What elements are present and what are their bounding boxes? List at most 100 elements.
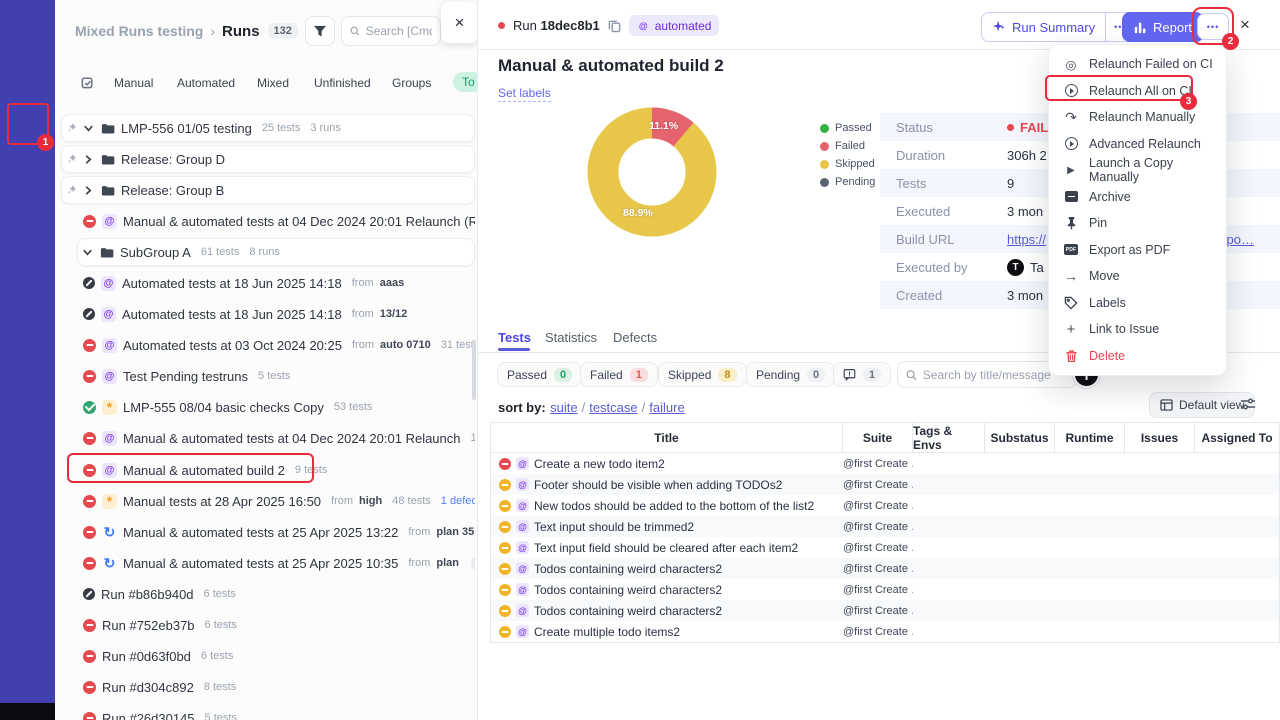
automated-type-icon: @ <box>636 19 650 32</box>
app-window: ⚙ ? T Mixed Runs testing › Runs 132 × <box>0 0 1280 720</box>
select-all-icon[interactable] <box>80 75 95 93</box>
chip-pending[interactable]: Pending 0 <box>746 362 836 387</box>
filter-tab-mixed[interactable]: Mixed <box>257 76 289 90</box>
run-list-item[interactable]: Run #752eb37b 6 tests <box>61 611 475 639</box>
chip-failed[interactable]: Failed 1 <box>580 362 658 387</box>
table-row[interactable]: @ Text input should be trimmed2 @first Cr… <box>491 516 1279 537</box>
menu-item-move[interactable]: → Move <box>1049 263 1226 290</box>
filter-button[interactable] <box>305 16 335 46</box>
run-list-item[interactable]: @ Test Pending testruns 5 tests <box>61 362 475 390</box>
pin-icon <box>68 185 77 194</box>
close-runs-panel-button[interactable]: × <box>441 2 477 43</box>
menu-item-delete[interactable]: Delete <box>1049 343 1226 370</box>
menu-item-launch-copy-manually[interactable]: ▶ Launch a Copy Manually <box>1049 156 1226 184</box>
skipped-status-icon <box>499 499 511 512</box>
breadcrumb-section[interactable]: Runs <box>222 23 260 40</box>
run-list-item[interactable]: @ Manual & automated tests at 04 Dec 202… <box>61 424 475 452</box>
folder-row[interactable]: Release: Group D <box>61 145 475 173</box>
menu-item-archive[interactable]: Archive <box>1049 184 1226 211</box>
tab-defects[interactable]: Defects <box>613 330 657 345</box>
menu-item-link-to-issue[interactable]: + Link to Issue <box>1049 316 1226 343</box>
chip-comments[interactable]: 1 <box>833 362 892 387</box>
build-url-link[interactable]: https:// <box>1007 232 1046 247</box>
folder-row[interactable]: SubGroup A 61 tests 8 runs <box>77 238 475 266</box>
close-run-detail-button[interactable]: × <box>1240 15 1250 35</box>
tab-statistics[interactable]: Statistics <box>545 330 597 345</box>
menu-item-relaunch-failed-ci[interactable]: ◎ Relaunch Failed on CI <box>1049 51 1226 78</box>
table-row[interactable]: @ Create multiple todo items2 @first Crea… <box>491 621 1279 642</box>
table-row[interactable]: @Create a new todo item2 @first Create … <box>491 453 1279 474</box>
table-row[interactable]: @ New todos should be added to the bottom… <box>491 495 1279 516</box>
column-issues[interactable]: Issues <box>1125 423 1195 452</box>
run-list-item[interactable]: @ Manual & automated tests at 04 Dec 202… <box>61 207 475 235</box>
pdf-icon: PDF <box>1063 244 1079 256</box>
set-labels-link[interactable]: Set labels <box>498 86 551 102</box>
run-list-item[interactable]: ↻ Manual & automated tests at 25 Apr 202… <box>61 518 475 546</box>
table-row[interactable]: @ Todos containing weird characters2 @fir… <box>491 558 1279 579</box>
filter-tab-groups[interactable]: Groups <box>392 76 431 90</box>
cancelled-status-icon <box>83 588 95 600</box>
run-list-item[interactable]: Run #26d30145 5 tests <box>61 704 475 720</box>
table-row[interactable]: @ Text input field should be cleared afte… <box>491 537 1279 558</box>
folder-row[interactable]: Release: Group B <box>61 176 475 204</box>
run-list-item[interactable]: ↻ Manual & automated tests at 25 Apr 202… <box>61 549 475 577</box>
from-value: auto 0710 <box>379 339 431 351</box>
scrollbar[interactable] <box>472 340 476 400</box>
run-list-item[interactable]: * LMP-555 08/04 basic checks Copy 53 tes… <box>61 393 475 421</box>
menu-item-advanced-relaunch[interactable]: Advanced Relaunch <box>1049 131 1226 158</box>
menu-item-pin[interactable]: Pin <box>1049 210 1226 237</box>
chip-passed[interactable]: Passed 0 <box>497 362 583 387</box>
column-suite[interactable]: Suite <box>843 423 913 452</box>
column-substatus[interactable]: Substatus <box>985 423 1055 452</box>
tests-search-input[interactable] <box>922 367 1068 382</box>
run-list-item[interactable]: @ Automated tests at 18 Jun 2025 14:18 f… <box>61 300 475 328</box>
search-input[interactable] <box>365 24 432 38</box>
run-title: Run #b86b940d <box>101 586 194 602</box>
column-tags-envs[interactable]: Tags & Envs <box>913 423 985 452</box>
chip-skipped[interactable]: Skipped 8 <box>658 362 747 387</box>
failed-status-icon <box>83 525 96 539</box>
failed-status-icon <box>83 649 96 663</box>
run-tests-count: 8 tests <box>203 681 237 693</box>
run-list-item[interactable]: @ Automated tests at 03 Oct 2024 20:25 f… <box>61 331 475 359</box>
folder-row[interactable]: LMP-556 01/05 testing 25 tests 3 runs <box>61 114 475 142</box>
breadcrumb-project[interactable]: Mixed Runs testing <box>75 23 203 39</box>
menu-item-relaunch-manually[interactable]: ↷ Relaunch Manually <box>1049 104 1226 131</box>
sort-by-failure[interactable]: failure <box>649 400 684 415</box>
sort-by-testcase[interactable]: testcase <box>589 400 637 415</box>
table-row[interactable]: @ Todos containing weird characters2 @fir… <box>491 600 1279 621</box>
chevron-right-icon[interactable] <box>83 154 94 165</box>
table-row[interactable]: @ Todos containing weird characters2 @fir… <box>491 579 1279 600</box>
filter-tab-manual[interactable]: Manual <box>114 76 153 90</box>
chevron-down-icon[interactable] <box>82 247 93 258</box>
run-list-item[interactable]: @ Automated tests at 18 Jun 2025 14:18 f… <box>61 269 475 297</box>
table-row[interactable]: @ Footer should be visible when adding TO… <box>491 474 1279 495</box>
run-list-item[interactable]: Run #0d63f0bd 6 tests <box>61 642 475 670</box>
run-defects-count[interactable]: 1 defects <box>441 495 475 507</box>
menu-item-export-pdf[interactable]: PDF Export as PDF <box>1049 237 1226 264</box>
run-title: Manual tests at 28 Apr 2025 16:50 <box>123 493 322 509</box>
run-summary-button[interactable]: Run Summary ••• <box>981 12 1136 42</box>
sort-by-suite[interactable]: suite <box>550 400 577 415</box>
pin-icon <box>68 154 77 163</box>
run-list-item[interactable]: Run #d304c892 8 tests <box>61 673 475 701</box>
filter-tab-unfinished[interactable]: Unfinished <box>314 76 371 90</box>
runs-search[interactable] <box>341 16 441 46</box>
view-settings-sliders-icon[interactable] <box>1240 396 1256 417</box>
column-title[interactable]: Title <box>491 423 843 452</box>
chevron-down-icon[interactable] <box>83 123 94 134</box>
build-url-link-end[interactable]: po… <box>1227 232 1254 247</box>
menu-item-labels[interactable]: Labels <box>1049 290 1226 317</box>
skipped-status-icon <box>499 478 511 491</box>
failed-dot-icon <box>498 22 505 29</box>
tab-tests[interactable]: Tests <box>498 330 531 345</box>
column-runtime[interactable]: Runtime <box>1055 423 1125 452</box>
from-label: from <box>408 557 431 569</box>
run-list-item[interactable]: Run #b86b940d 6 tests <box>61 580 475 608</box>
column-assigned-to[interactable]: Assigned To <box>1195 423 1279 452</box>
chevron-right-icon[interactable] <box>83 185 94 196</box>
copy-icon[interactable] <box>608 19 621 33</box>
run-list-item[interactable]: * Manual tests at 28 Apr 2025 16:50 from… <box>61 487 475 515</box>
filter-tab-automated[interactable]: Automated <box>177 76 235 90</box>
filter-tab-today[interactable]: To <box>453 72 477 92</box>
